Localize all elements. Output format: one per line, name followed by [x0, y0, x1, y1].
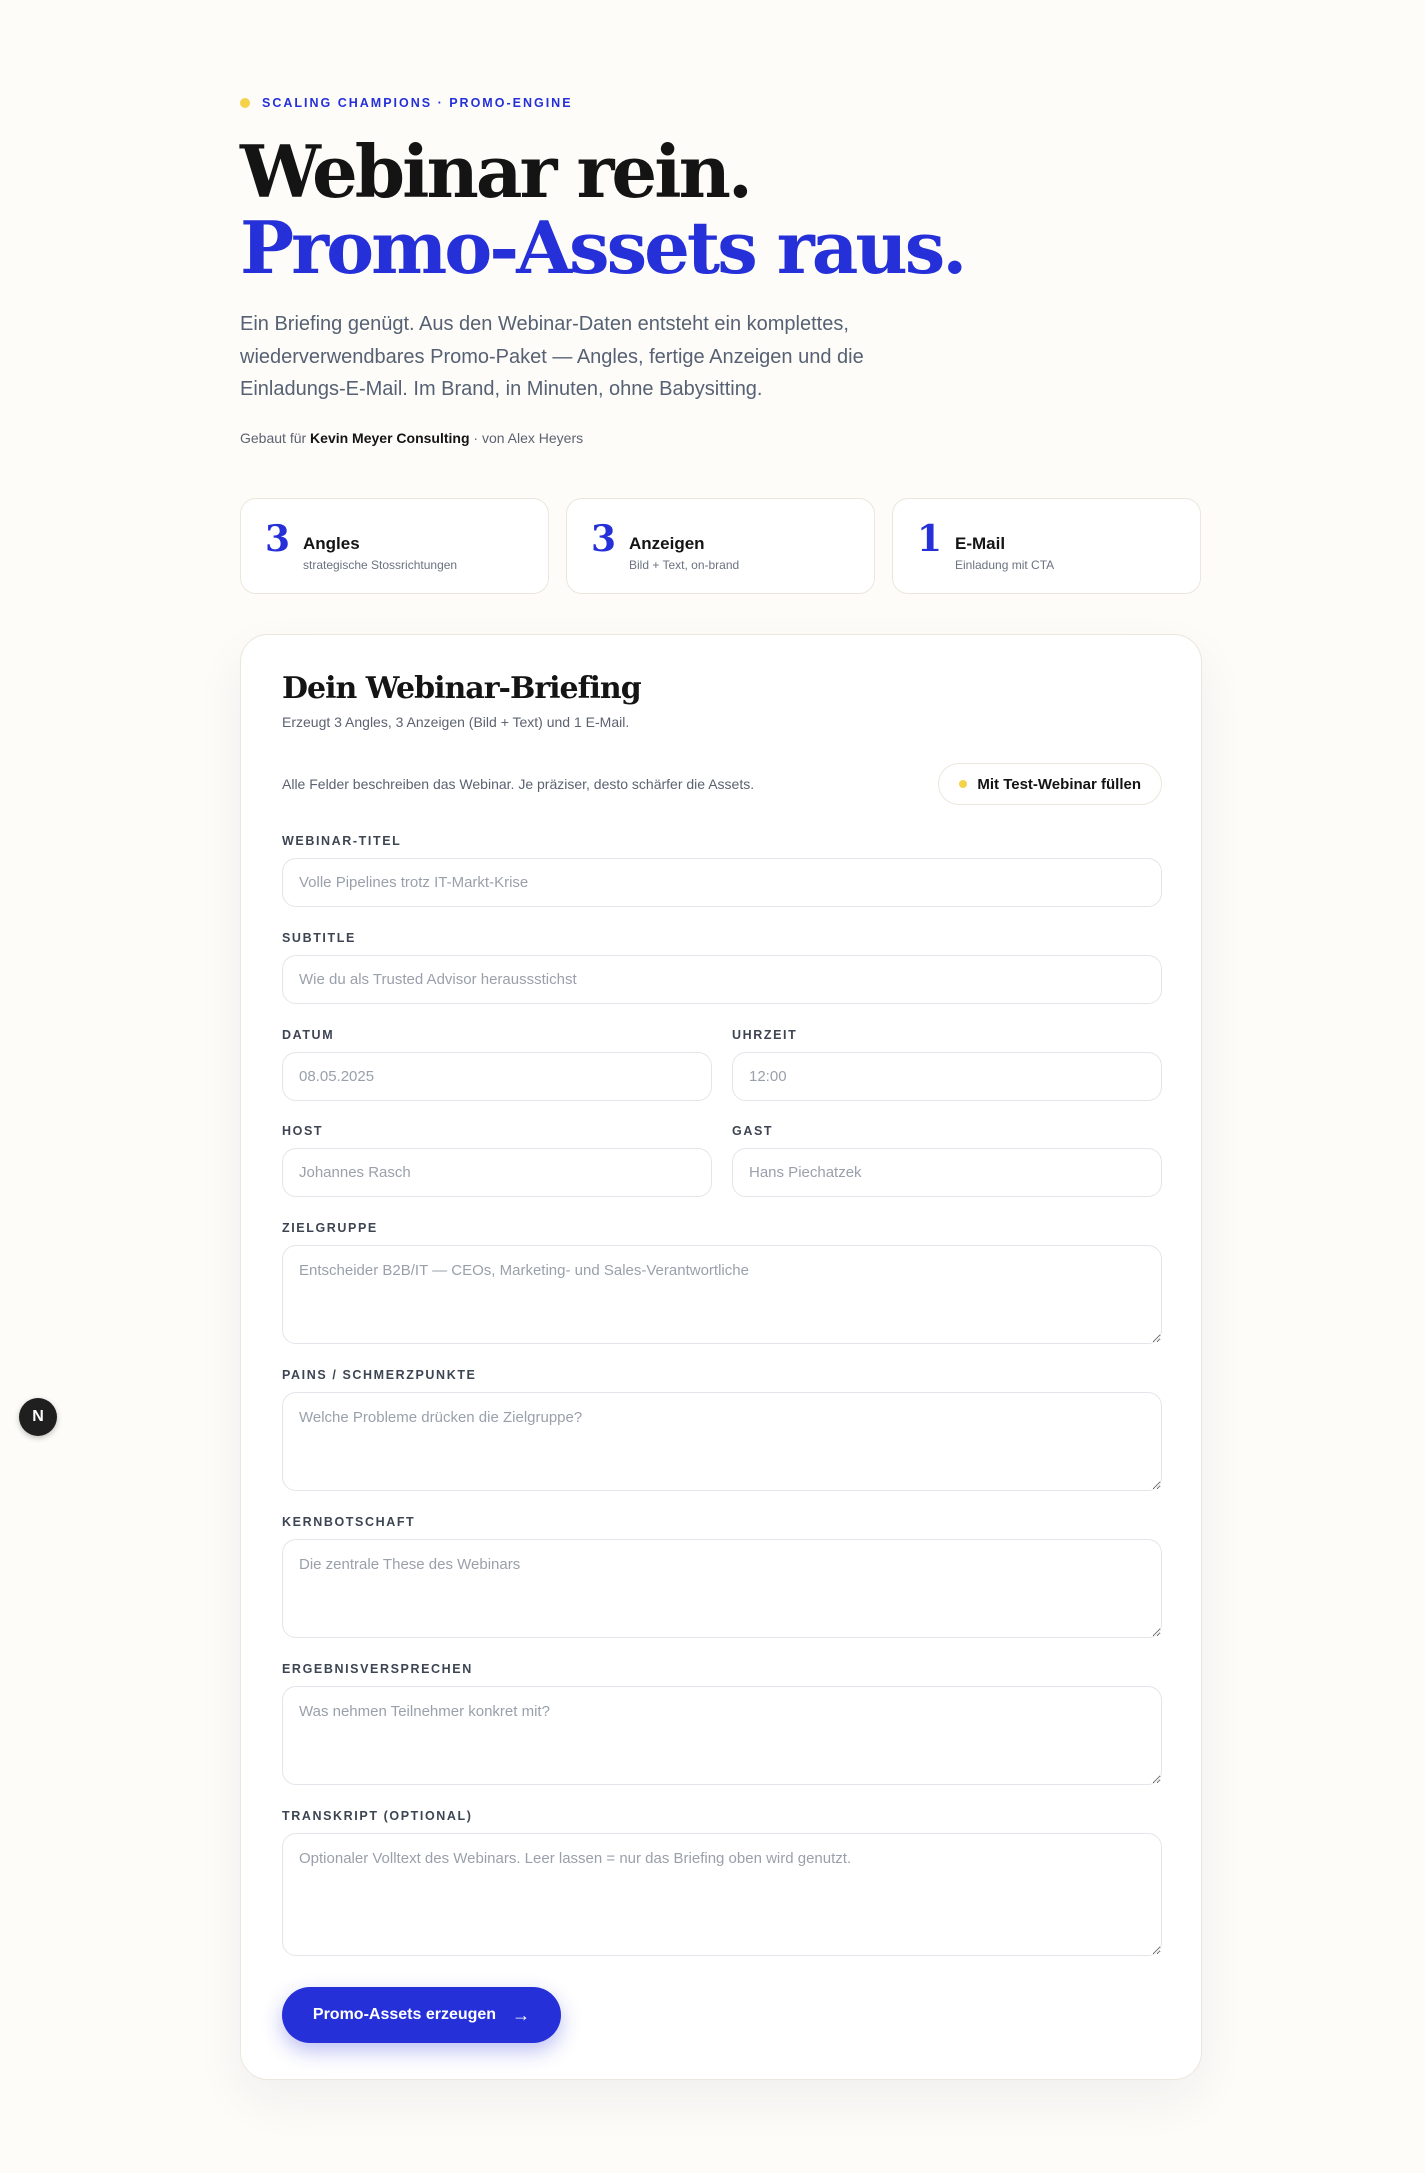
label-core-message: KERNBOTSCHAFT: [282, 1515, 416, 1529]
webinar-title-input[interactable]: [282, 858, 1162, 907]
form-title: Dein Webinar-Briefing: [282, 671, 642, 706]
stat-title: Angles: [303, 534, 360, 553]
pains-textarea[interactable]: [282, 1392, 1162, 1491]
label-result-promise: ERGEBNISVERSPRECHEN: [282, 1662, 473, 1676]
date-input[interactable]: [282, 1052, 712, 1101]
stat-number: 3: [265, 518, 291, 560]
stat-card-ads: 3 Anzeigen Bild + Text, on-brand: [566, 498, 875, 594]
guest-input[interactable]: [732, 1148, 1162, 1197]
stat-card-email: 1 E-Mail Einladung mit CTA: [892, 498, 1201, 594]
fill-test-webinar-button[interactable]: Mit Test-Webinar füllen: [938, 763, 1162, 805]
hero-title-line2: Promo-Assets raus.: [240, 205, 967, 290]
label-webinar-title: WEBINAR-TITEL: [282, 834, 402, 848]
generate-assets-label: Promo-Assets erzeugen: [312, 2006, 497, 2023]
fill-test-webinar-label: Mit Test-Webinar füllen: [977, 775, 1141, 793]
byline-company: Kevin Meyer Consulting: [310, 430, 470, 446]
stat-card-angles: 3 Angles strategische Stossrichtungen: [240, 498, 549, 594]
stat-number: 1: [917, 518, 943, 560]
byline: Gebaut für Kevin Meyer Consulting · von …: [240, 430, 583, 446]
subtitle-input[interactable]: [282, 955, 1162, 1004]
stats-row: 3 Angles strategische Stossrichtungen 3 …: [240, 498, 1202, 594]
eyebrow: SCALING CHAMPIONS · PROMO-ENGINE: [240, 96, 573, 110]
arrow-right-icon: →: [512, 2004, 531, 2025]
result-promise-textarea[interactable]: [282, 1686, 1162, 1785]
label-time: UHRZEIT: [732, 1028, 798, 1042]
eyebrow-text: SCALING CHAMPIONS · PROMO-ENGINE: [262, 96, 573, 110]
stat-desc: Einladung mit CTA: [955, 558, 1055, 572]
stat-title: E-Mail: [955, 534, 1006, 553]
label-pains: PAINS / SCHMERZPUNKTE: [282, 1368, 477, 1382]
stat-desc: strategische Stossrichtungen: [303, 558, 458, 572]
hero-title-line1: Webinar rein.: [240, 129, 753, 214]
host-input[interactable]: [282, 1148, 712, 1197]
generate-assets-button[interactable]: Promo-Assets erzeugen →: [282, 1987, 561, 2043]
label-guest: GAST: [732, 1124, 774, 1138]
label-transcript: TRANSKRIPT (OPTIONAL): [282, 1809, 473, 1823]
label-audience: ZIELGRUPPE: [282, 1221, 378, 1235]
stat-desc: Bild + Text, on-brand: [629, 558, 740, 572]
transcript-textarea[interactable]: [282, 1833, 1162, 1956]
audience-textarea[interactable]: [282, 1245, 1162, 1344]
time-input[interactable]: [732, 1052, 1162, 1101]
form-subtitle: Erzeugt 3 Angles, 3 Anzeigen (Bild + Tex…: [282, 714, 630, 730]
yellow-dot-icon: [959, 780, 968, 788]
dev-tools-badge[interactable]: N: [19, 1398, 57, 1436]
hero-lead: Ein Briefing genügt. Aus den Webinar-Dat…: [240, 313, 864, 400]
briefing-card: Dein Webinar-Briefing Erzeugt 3 Angles, …: [240, 634, 1202, 2080]
byline-prefix: Gebaut für: [240, 430, 311, 446]
stat-title: Anzeigen: [629, 534, 705, 553]
byline-suffix: · von Alex Heyers: [469, 430, 584, 446]
label-date: DATUM: [282, 1028, 335, 1042]
form-intro: Alle Felder beschreiben das Webinar. Je …: [282, 776, 755, 792]
yellow-dot-icon: [240, 98, 250, 108]
stat-number: 3: [591, 518, 617, 560]
label-subtitle: SUBTITLE: [282, 931, 356, 945]
core-message-textarea[interactable]: [282, 1539, 1162, 1638]
hero-title: Webinar rein. Promo-Assets raus.: [240, 129, 967, 290]
label-host: HOST: [282, 1124, 324, 1138]
